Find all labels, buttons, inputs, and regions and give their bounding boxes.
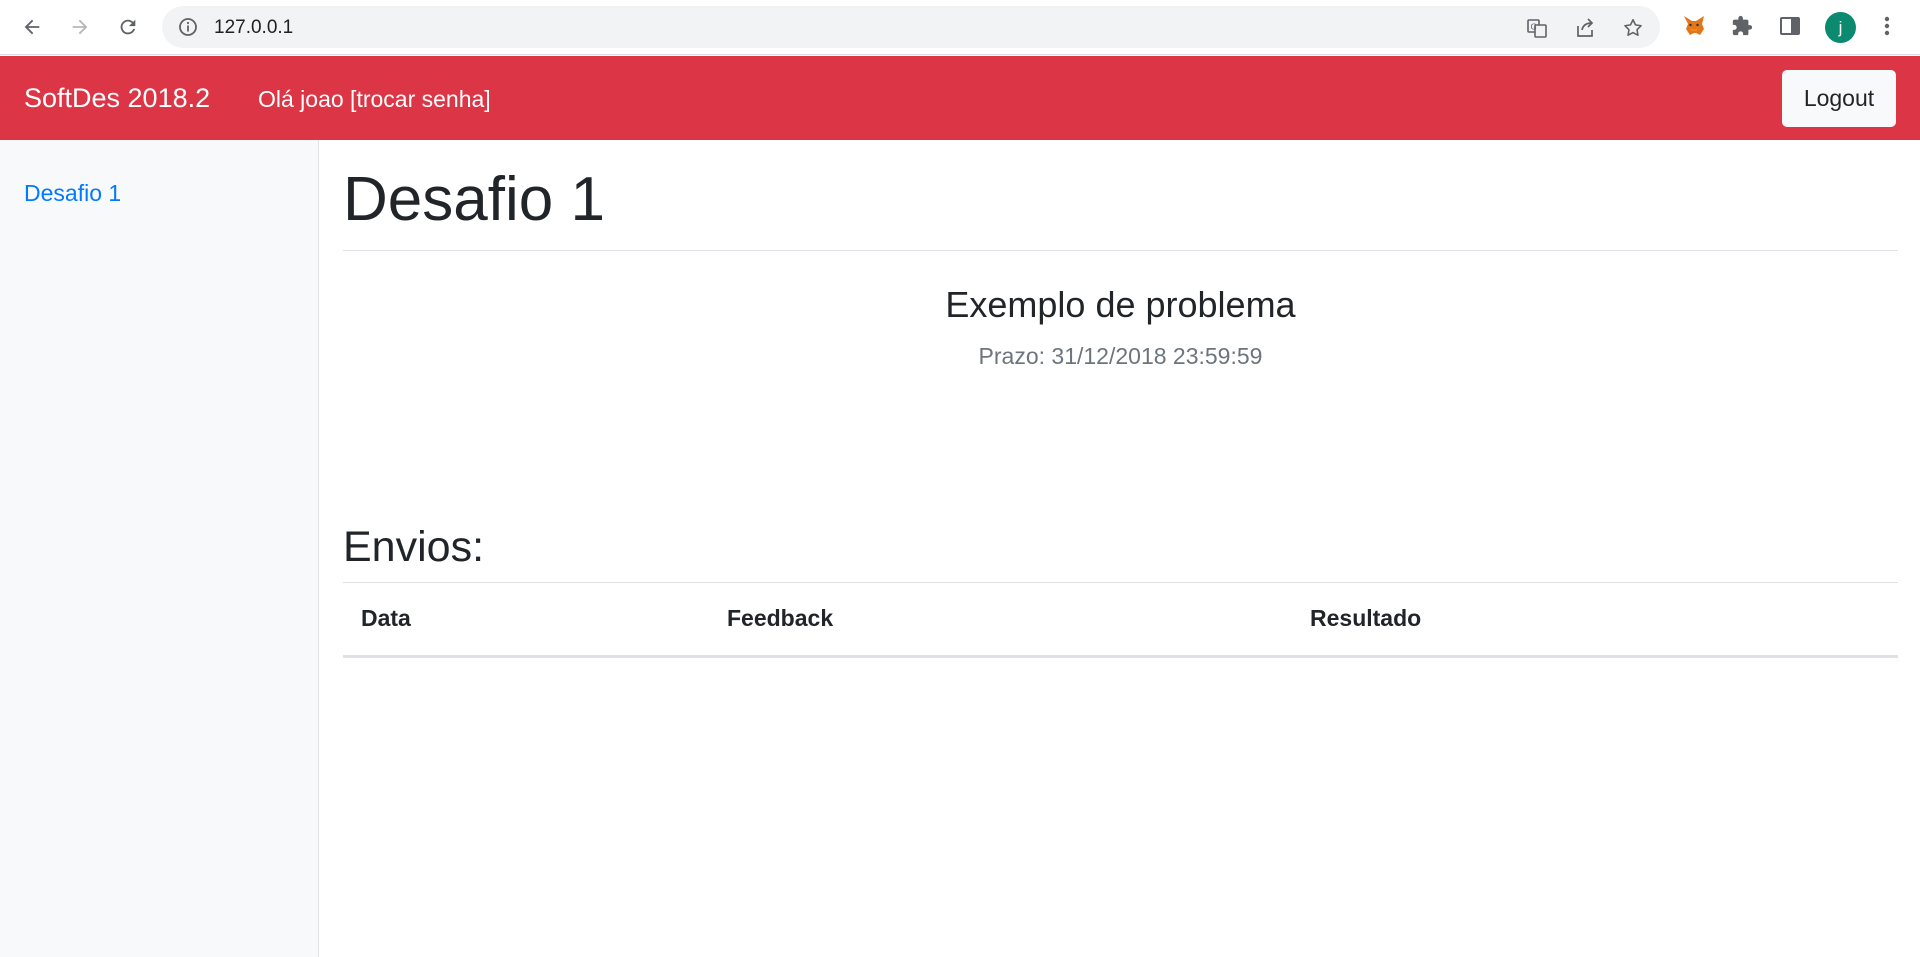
page-title: Desafio 1 [343,165,605,234]
side-panel-icon[interactable] [1777,13,1803,39]
column-header-data: Data [343,583,709,658]
title-divider [343,250,1898,251]
svg-text:G: G [1531,23,1537,32]
kebab-menu-icon[interactable] [1874,13,1900,39]
column-header-feedback: Feedback [709,583,1292,658]
reload-icon[interactable] [111,10,145,44]
submissions-table: Data Feedback Resultado [343,583,1898,658]
profile-initial: j [1838,17,1843,37]
url-text: 127.0.0.1 [214,17,294,38]
site-info-icon[interactable] [178,17,198,37]
submissions-heading: Envios: [343,523,485,571]
forward-arrow-icon[interactable] [63,10,97,44]
address-bar[interactable]: 127.0.0.1 G [162,6,1660,48]
extensions-puzzle-icon[interactable] [1729,13,1755,39]
profile-avatar[interactable]: j [1825,12,1856,43]
metamask-fox-icon[interactable] [1681,13,1707,39]
sidebar-item-desafio-1[interactable]: Desafio 1 [24,180,121,207]
user-greeting-change-password[interactable]: Olá joao [trocar senha] [258,86,491,113]
column-header-resultado: Resultado [1292,583,1898,658]
app-navbar: SoftDes 2018.2 Olá joao [trocar senha] L… [0,56,1920,140]
brand-title[interactable]: SoftDes 2018.2 [24,83,210,114]
translate-icon[interactable]: G [1526,17,1548,39]
back-arrow-icon[interactable] [15,10,49,44]
deadline-text: Prazo: 31/12/2018 23:59:59 [978,343,1263,369]
sidebar: Desafio 1 [0,140,319,957]
table-header-row: Data Feedback Resultado [343,583,1898,658]
share-icon[interactable] [1574,17,1596,39]
problem-title: Exemplo de problema [945,284,1296,325]
bookmark-star-icon[interactable] [1622,17,1644,39]
logout-button[interactable]: Logout [1782,70,1896,127]
browser-toolbar: 127.0.0.1 G j [0,0,1920,55]
